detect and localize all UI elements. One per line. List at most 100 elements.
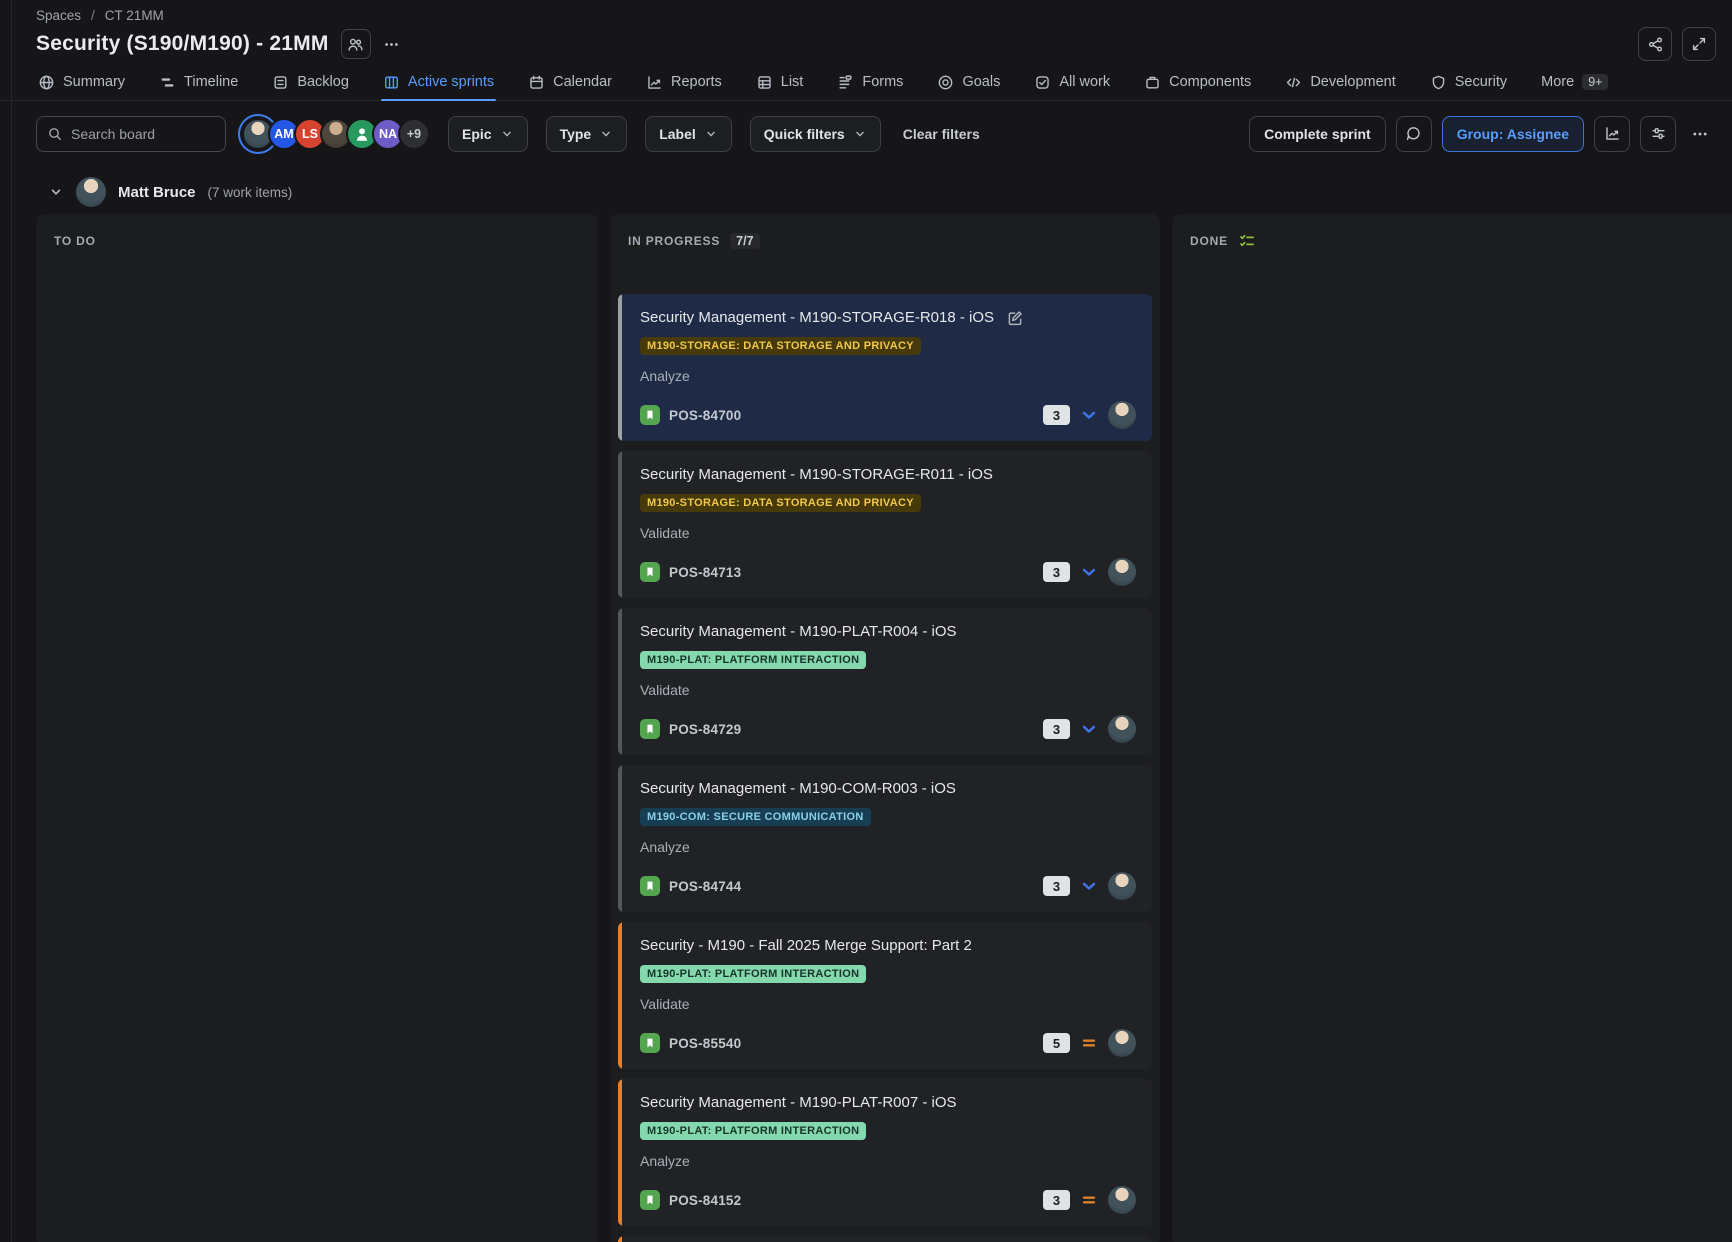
edit-icon[interactable] — [1006, 309, 1024, 327]
complete-sprint-button[interactable]: Complete sprint — [1249, 116, 1386, 152]
group-by-assignee-button[interactable]: Group: Assignee — [1442, 116, 1584, 152]
bookmark-icon — [643, 408, 657, 422]
card-title[interactable]: Security - M190 - Fall 2025 Merge Suppor… — [640, 936, 972, 956]
collapse-chevron-icon[interactable] — [48, 184, 64, 200]
card[interactable]: Security Management - M190-STORAGE-R018 … — [618, 294, 1152, 441]
epic-filter-dropdown[interactable]: Epic — [448, 116, 528, 152]
card-label-tag[interactable]: M190-PLAT: PLATFORM INTERACTION — [640, 651, 866, 669]
estimate-badge: 3 — [1043, 719, 1070, 739]
panel-divider — [11, 0, 12, 1242]
card-key[interactable]: POS-84152 — [669, 1193, 741, 1208]
breadcrumb-project[interactable]: CT 21MM — [105, 8, 164, 23]
column-title: TO DO — [54, 234, 96, 248]
priority-low-icon — [1080, 563, 1098, 581]
insights-button[interactable] — [1594, 116, 1630, 152]
breadcrumb-separator: / — [91, 8, 95, 23]
tab-calendar[interactable]: Calendar — [528, 64, 612, 100]
card-title[interactable]: Security Management - M190-STORAGE-R011 … — [640, 465, 993, 485]
card-color-bar — [618, 608, 622, 755]
tab-active-sprints[interactable]: Active sprints — [383, 64, 494, 100]
title-row: Security (S190/M190) - 21MM — [0, 24, 1732, 64]
tab-forms[interactable]: Forms — [837, 64, 903, 100]
tab-backlog[interactable]: Backlog — [272, 64, 349, 100]
board-toolbar: AM LS NA +9 Epic Type Label Quick filter… — [0, 101, 1732, 154]
breadcrumb-spaces[interactable]: Spaces — [36, 8, 81, 23]
board-more-button[interactable] — [1682, 116, 1718, 152]
estimate-badge: 3 — [1043, 562, 1070, 582]
card-label-tag[interactable]: M190-PLAT: PLATFORM INTERACTION — [640, 965, 866, 983]
feedback-button[interactable] — [1396, 116, 1432, 152]
components-icon — [1144, 74, 1161, 91]
label-filter-dropdown[interactable]: Label — [645, 116, 732, 152]
card[interactable]: Security Management - M190-COM-R003 - iO… — [618, 765, 1152, 912]
chevron-down-icon — [500, 127, 514, 141]
card-key[interactable]: POS-85540 — [669, 1036, 741, 1051]
avatar-overflow[interactable]: +9 — [398, 118, 430, 150]
card[interactable]: Security Management - M190-PLAT-R004 - i… — [618, 608, 1152, 755]
share-icon — [1647, 36, 1664, 53]
card-label-tag[interactable]: M190-STORAGE: DATA STORAGE AND PRIVACY — [640, 337, 921, 355]
card-title[interactable]: Security Management - M190-COM-R003 - iO… — [640, 779, 956, 799]
card-key[interactable]: POS-84713 — [669, 565, 741, 580]
column-done-header: DONE — [1172, 214, 1732, 252]
tab-goals[interactable]: Goals — [937, 64, 1000, 100]
title-more-button[interactable] — [377, 29, 407, 59]
card-label-tag[interactable]: M190-PLAT: PLATFORM INTERACTION — [640, 1122, 866, 1140]
tab-list[interactable]: List — [756, 64, 804, 100]
tab-summary[interactable]: Summary — [38, 64, 125, 100]
fullscreen-button[interactable] — [1682, 27, 1716, 61]
assignee-avatar[interactable] — [1108, 401, 1136, 429]
search-board-input[interactable] — [71, 126, 215, 142]
assignee-avatar[interactable] — [1108, 1029, 1136, 1057]
view-settings-button[interactable] — [1640, 116, 1676, 152]
tab-security[interactable]: Security — [1430, 64, 1507, 100]
search-board[interactable] — [36, 116, 226, 152]
column-in-progress-cards: Security Management - M190-STORAGE-R018 … — [610, 252, 1160, 1242]
card[interactable]: Security - M190 - Fall 2025 Merge Suppor… — [618, 922, 1152, 1069]
tab-more[interactable]: More9+ — [1541, 64, 1608, 100]
share-button[interactable] — [1638, 27, 1672, 61]
card-key[interactable]: POS-84729 — [669, 722, 741, 737]
assignee-avatar[interactable] — [1108, 872, 1136, 900]
tab-label: Timeline — [184, 74, 238, 90]
tab-label: Components — [1169, 74, 1251, 90]
card-key[interactable]: POS-84744 — [669, 879, 741, 894]
card-key[interactable]: POS-84700 — [669, 408, 741, 423]
card-label-tag[interactable]: M190-STORAGE: DATA STORAGE AND PRIVACY — [640, 494, 921, 512]
bookmark-icon — [643, 722, 657, 736]
column-done: DONE — [1172, 214, 1732, 1242]
card-title[interactable]: Security Management - M190-PLAT-R007 - i… — [640, 1093, 957, 1113]
board-people-button[interactable] — [341, 29, 371, 59]
type-filter-dropdown[interactable]: Type — [546, 116, 628, 152]
card-title[interactable]: Security Management - M190-PLAT-R004 - i… — [640, 622, 957, 642]
assignee-avatar[interactable] — [1108, 558, 1136, 586]
priority-medium-icon — [1080, 1191, 1098, 1209]
group-assignee-name: Matt Bruce — [118, 184, 196, 201]
assignee-avatar[interactable] — [1108, 715, 1136, 743]
clear-filters-button[interactable]: Clear filters — [903, 126, 980, 142]
priority-medium-icon — [1080, 1034, 1098, 1052]
card[interactable] — [618, 1236, 1152, 1242]
quick-filters-dropdown[interactable]: Quick filters — [750, 116, 881, 152]
column-todo-header: TO DO — [36, 214, 598, 252]
tab-components[interactable]: Components — [1144, 64, 1251, 100]
tab-development[interactable]: Development — [1285, 64, 1395, 100]
tab-all-work[interactable]: All work — [1034, 64, 1110, 100]
tab-label: Calendar — [553, 74, 612, 90]
card-status: Validate — [640, 682, 1136, 698]
tab-label: Active sprints — [408, 74, 494, 90]
card-title[interactable]: Security Management - M190-STORAGE-R018 … — [640, 308, 994, 328]
card[interactable]: Security Management - M190-PLAT-R007 - i… — [618, 1079, 1152, 1226]
card[interactable]: Security Management - M190-STORAGE-R011 … — [618, 451, 1152, 598]
tab-reports[interactable]: Reports — [646, 64, 722, 100]
bookmark-icon — [643, 565, 657, 579]
timeline-icon — [159, 74, 176, 91]
column-title: DONE — [1190, 234, 1228, 248]
column-todo-cards — [36, 252, 598, 302]
card-label-tag[interactable]: M190-COM: SECURE COMMUNICATION — [640, 808, 871, 826]
backlog-icon — [272, 74, 289, 91]
tab-timeline[interactable]: Timeline — [159, 64, 238, 100]
estimate-badge: 5 — [1043, 1033, 1070, 1053]
tab-label: Security — [1455, 74, 1507, 90]
assignee-avatar[interactable] — [1108, 1186, 1136, 1214]
